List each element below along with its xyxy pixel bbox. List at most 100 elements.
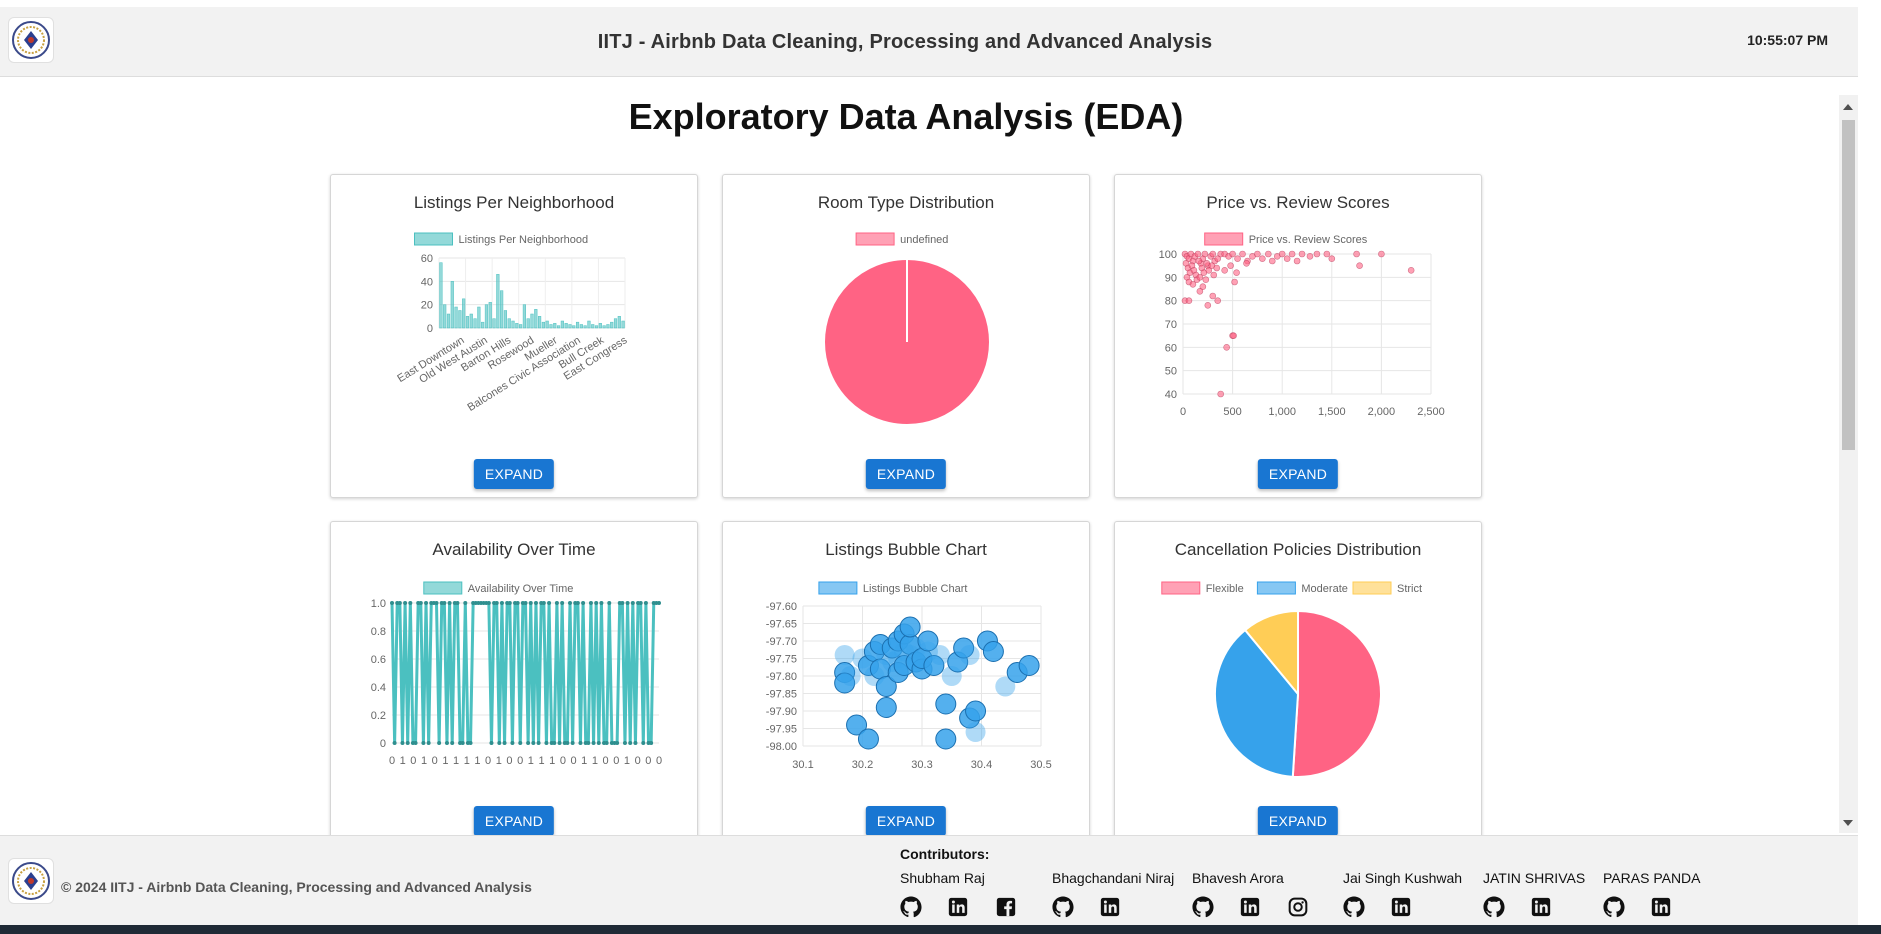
- linkedin-icon[interactable]: [1240, 896, 1288, 918]
- bar: [598, 323, 602, 329]
- contributor-name: PARAS PANDA: [1603, 870, 1701, 886]
- x-tick-label: 30.4: [971, 759, 992, 771]
- contributor-name: JATIN SHRIVAS: [1483, 870, 1586, 886]
- github-icon[interactable]: [1483, 896, 1531, 918]
- contributor: Shubham Raj: [900, 870, 1016, 918]
- scroll-up-icon[interactable]: [1843, 104, 1853, 110]
- line-point: [638, 601, 643, 605]
- line-point: [434, 601, 439, 605]
- expand-button[interactable]: EXPAND: [1257, 806, 1339, 835]
- chart-card-availability-over-time: Availability Over Time Availability Over…: [330, 521, 698, 835]
- line-point: [486, 601, 491, 605]
- line-point: [570, 741, 575, 745]
- legend-swatch: [1161, 581, 1201, 595]
- x-tick-label: 1: [549, 755, 555, 767]
- line-point: [437, 741, 442, 745]
- bar: [564, 323, 568, 329]
- social-links: [1603, 896, 1699, 918]
- expand-button[interactable]: EXPAND: [473, 459, 555, 489]
- expand-button[interactable]: EXPAND: [865, 806, 947, 835]
- bar: [519, 324, 523, 329]
- bar: [484, 304, 489, 329]
- y-tick-label: 90: [1165, 272, 1177, 284]
- x-tick-label: 2,000: [1368, 406, 1396, 418]
- linkedin-icon[interactable]: [1391, 896, 1439, 918]
- linkedin-icon[interactable]: [1100, 896, 1148, 918]
- expand-button[interactable]: EXPAND: [473, 806, 555, 835]
- bubble-point: [899, 616, 921, 638]
- scatter-point: [1209, 250, 1217, 258]
- chart-card-listings-bubble-chart: Listings Bubble Chart Listings Bubble Ch…: [722, 521, 1090, 835]
- x-tick-label: 30.3: [911, 759, 932, 771]
- expand-button[interactable]: EXPAND: [865, 459, 947, 489]
- x-tick-label: 1: [624, 755, 630, 767]
- x-tick-label: 1: [581, 755, 587, 767]
- line-point: [397, 601, 402, 605]
- scatter-point: [1202, 276, 1210, 283]
- github-icon[interactable]: [1603, 896, 1651, 918]
- legend-label: undefined: [900, 234, 948, 246]
- y-tick-label: -97.70: [766, 636, 797, 648]
- instagram-icon[interactable]: [1288, 896, 1336, 918]
- line-point: [442, 601, 447, 605]
- chart-card-cancellation-policies-distribution: Cancellation Policies Distribution Flexi…: [1114, 521, 1482, 835]
- social-links: [900, 896, 1044, 918]
- vertical-scrollbar[interactable]: [1839, 95, 1858, 833]
- scatter-point: [1194, 250, 1202, 258]
- bar: [443, 304, 447, 329]
- line-point: [622, 741, 627, 745]
- scatter-point: [1201, 250, 1209, 258]
- line-point: [494, 601, 499, 605]
- line-point: [421, 741, 426, 745]
- scatter-point: [1323, 250, 1331, 258]
- legend-swatch: [1256, 581, 1296, 595]
- bar: [568, 324, 572, 329]
- x-tick-label: 0: [485, 755, 491, 767]
- line-point: [400, 741, 405, 745]
- pie-slice: [1291, 609, 1382, 778]
- line-point: [544, 741, 549, 745]
- legend-swatch: [1352, 581, 1392, 595]
- bubble-point: [929, 645, 950, 665]
- line-point: [628, 741, 633, 745]
- bar: [458, 310, 462, 329]
- github-icon[interactable]: [1052, 896, 1100, 918]
- github-icon[interactable]: [1192, 896, 1240, 918]
- line-point: [531, 741, 536, 745]
- bar: [553, 323, 557, 329]
- y-tick-label: -97.65: [766, 619, 797, 631]
- facebook-icon[interactable]: [996, 896, 1044, 918]
- bubble-point: [1018, 655, 1040, 676]
- legend-swatch: [423, 581, 463, 595]
- scatter-point: [1227, 262, 1234, 269]
- bar: [575, 321, 580, 329]
- legend-label: Moderate: [1301, 583, 1347, 595]
- card-title: Price vs. Review Scores: [1206, 193, 1390, 212]
- x-tick-label: 0: [506, 755, 512, 767]
- scatter-point: [1328, 255, 1336, 262]
- line-point: [450, 741, 455, 745]
- x-tick-label: 0: [603, 755, 609, 767]
- linkedin-icon[interactable]: [1651, 896, 1699, 918]
- linkedin-icon[interactable]: [948, 896, 996, 918]
- footer: © 2024 IITJ - Airbnb Data Cleaning, Proc…: [0, 835, 1858, 925]
- line-point: [568, 601, 572, 605]
- github-icon[interactable]: [1343, 896, 1391, 918]
- bar: [587, 320, 591, 329]
- scatter-point: [1229, 250, 1236, 258]
- bar: [591, 324, 595, 329]
- expand-button[interactable]: EXPAND: [1257, 459, 1339, 489]
- x-tick-label: 30.2: [852, 759, 873, 771]
- scatter-point: [1231, 278, 1238, 286]
- scroll-thumb[interactable]: [1842, 120, 1855, 450]
- line-point: [405, 741, 410, 745]
- github-icon[interactable]: [900, 896, 948, 918]
- bar: [541, 321, 545, 329]
- line-point: [518, 741, 523, 745]
- bar: [488, 302, 492, 329]
- linkedin-icon[interactable]: [1531, 896, 1579, 918]
- bar: [610, 321, 614, 329]
- series-line: [390, 601, 659, 745]
- scroll-down-icon[interactable]: [1843, 820, 1853, 826]
- bar: [473, 318, 477, 329]
